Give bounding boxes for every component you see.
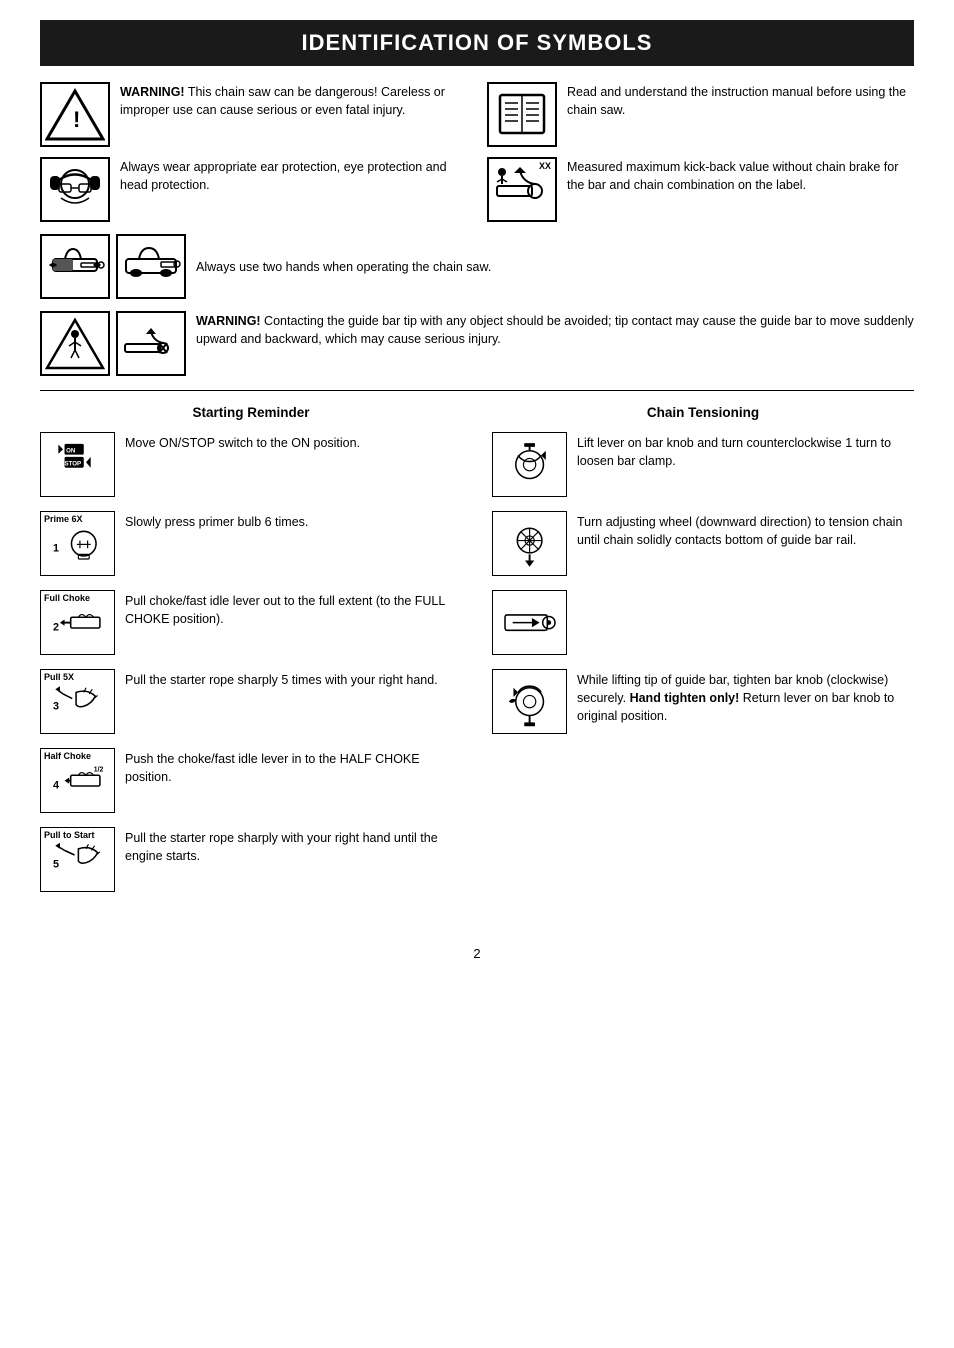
tension-chain-icon [492, 590, 567, 655]
step-prime-text: Slowly press primer bulb 6 times. [125, 511, 308, 531]
pull5x-icon: Pull 5X 3 [40, 669, 115, 734]
two-hands-text: Always use two hands when operating the … [196, 257, 491, 277]
tension-step-2: Turn adjusting wheel (downward direction… [492, 511, 914, 576]
ear-protection-text: Always wear appropriate ear protection, … [120, 157, 467, 194]
two-hands-icon-2 [116, 234, 186, 299]
book-text: Read and understand the instruction manu… [567, 82, 914, 119]
ear-protection-icon [40, 157, 110, 222]
bar-tip-contact-icon [116, 311, 186, 376]
chain-tensioning-title: Chain Tensioning [492, 405, 914, 420]
tension-step-2-text: Turn adjusting wheel (downward direction… [577, 511, 914, 549]
svg-text:STOP: STOP [64, 460, 81, 467]
symbol-book: Read and understand the instruction manu… [487, 82, 914, 147]
tension-bold: Hand tighten only! [630, 691, 740, 705]
page-title: IDENTIFICATION OF SYMBOLS [60, 30, 894, 56]
svg-text:ON: ON [66, 447, 76, 454]
step-pull-to-start: Pull to Start 5 Pull the starter rope sh [40, 827, 462, 892]
prime-label: Prime 6X [44, 514, 83, 524]
warning-icons-2 [40, 311, 186, 376]
pull-to-start-icon: Pull to Start 5 [40, 827, 115, 892]
page-number: 2 [40, 946, 914, 961]
warning2-text: WARNING! Contacting the guide bar tip wi… [196, 311, 914, 348]
two-column-section: Starting Reminder ON STOP Move ON/STOP s… [40, 405, 914, 906]
page-header: IDENTIFICATION OF SYMBOLS [40, 20, 914, 66]
tension-step-2b-text [577, 590, 580, 610]
warning-row-2: WARNING! Contacting the guide bar tip wi… [40, 311, 914, 376]
full-choke-icon: Full Choke 2 [40, 590, 115, 655]
warning2-bold: WARNING! [196, 314, 261, 328]
symbol-warning: ! WARNING! This chain saw can be dangero… [40, 82, 467, 147]
tension-step-3-text: While lifting tip of guide bar, tighten … [577, 669, 914, 725]
step-on-stop-text: Move ON/STOP switch to the ON position. [125, 432, 360, 452]
warning-text: WARNING! This chain saw can be dangerous… [120, 82, 467, 119]
section-divider [40, 390, 914, 391]
step-pull-to-start-text: Pull the starter rope sharply with your … [125, 827, 462, 865]
on-stop-icon: ON STOP [40, 432, 115, 497]
prime-icon: Prime 6X 1 [40, 511, 115, 576]
kickback-icon: XX [487, 157, 557, 222]
symbols-grid: ! WARNING! This chain saw can be dangero… [40, 82, 914, 222]
kickback-warning-icon [40, 311, 110, 376]
chain-tensioning-section: Chain Tensioning Lift lever on bar knob … [492, 405, 914, 906]
warning-triangle-icon: ! [40, 82, 110, 147]
pull5x-label: Pull 5X [44, 672, 74, 682]
svg-text:1: 1 [53, 542, 59, 554]
tension-chain-diagram [492, 590, 914, 655]
step-half-choke: Half Choke 4 1/2 Push the choke/fast idl… [40, 748, 462, 813]
svg-text:1/2: 1/2 [93, 766, 103, 773]
kickback-text: Measured maximum kick-back value without… [567, 157, 914, 194]
starting-reminder-title: Starting Reminder [40, 405, 462, 420]
full-choke-label: Full Choke [44, 593, 90, 603]
step-pull5x: Pull 5X 3 Pull the starter ro [40, 669, 462, 734]
step-on-stop: ON STOP Move ON/STOP switch to the ON po… [40, 432, 462, 497]
half-choke-icon: Half Choke 4 1/2 [40, 748, 115, 813]
page-number-value: 2 [473, 946, 480, 961]
svg-text:3: 3 [53, 700, 59, 712]
pull-to-start-label: Pull to Start [44, 830, 95, 840]
step-full-choke: Full Choke 2 Pull choke/fast idle lever … [40, 590, 462, 655]
svg-text:!: ! [73, 107, 80, 132]
tension-icon-3 [492, 669, 567, 734]
book-icon [487, 82, 557, 147]
svg-text:2: 2 [53, 621, 59, 633]
step-pull5x-text: Pull the starter rope sharply 5 times wi… [125, 669, 438, 689]
two-hands-icons [40, 234, 186, 299]
tension-step-3: While lifting tip of guide bar, tighten … [492, 669, 914, 734]
symbol-kickback: XX Measured maximum kick-back value with… [487, 157, 914, 222]
tension-icon-2 [492, 511, 567, 576]
tension-icon-1 [492, 432, 567, 497]
two-hands-row: Always use two hands when operating the … [40, 234, 914, 299]
starting-reminder-section: Starting Reminder ON STOP Move ON/STOP s… [40, 405, 462, 906]
step-prime: Prime 6X 1 Slowly press primer bulb 6 ti… [40, 511, 462, 576]
step-full-choke-text: Pull choke/fast idle lever out to the fu… [125, 590, 462, 628]
step-half-choke-text: Push the choke/fast idle lever in to the… [125, 748, 462, 786]
svg-text:4: 4 [53, 779, 59, 791]
tension-step-1: Lift lever on bar knob and turn counterc… [492, 432, 914, 497]
tension-step-1-text: Lift lever on bar knob and turn counterc… [577, 432, 914, 470]
warning-bold: WARNING! [120, 85, 185, 99]
two-hands-icon-1 [40, 234, 110, 299]
svg-text:5: 5 [53, 858, 59, 870]
half-choke-label: Half Choke [44, 751, 91, 761]
symbol-ear-protection: Always wear appropriate ear protection, … [40, 157, 467, 222]
